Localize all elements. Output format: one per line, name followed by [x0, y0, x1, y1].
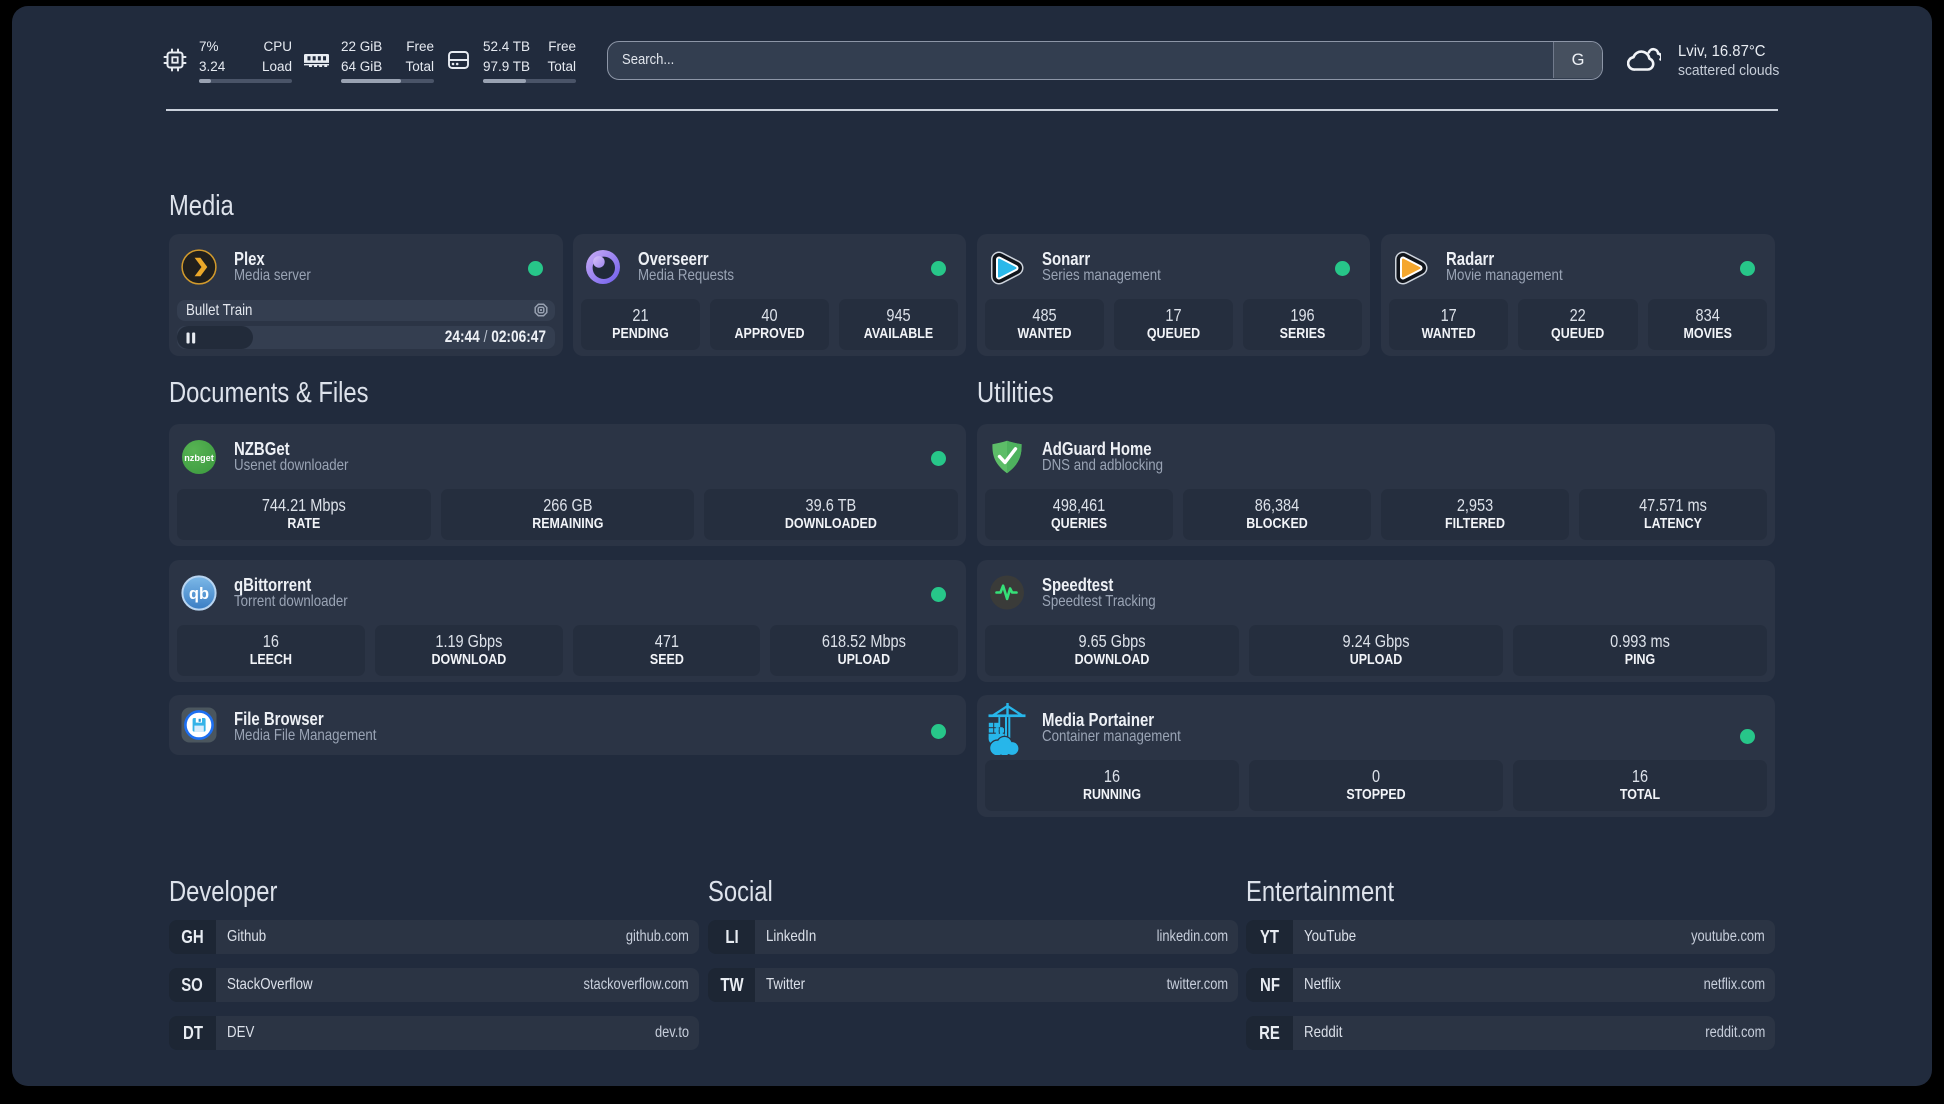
svg-text:qb: qb — [189, 585, 209, 603]
svg-text:nzbget: nzbget — [184, 453, 214, 463]
